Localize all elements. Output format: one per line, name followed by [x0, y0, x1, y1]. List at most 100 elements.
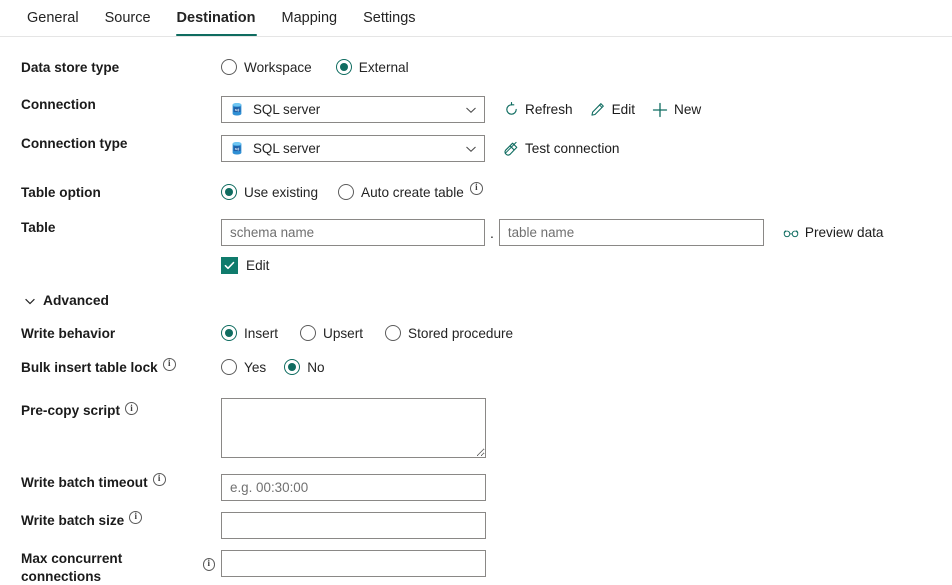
bulk-insert-radio-group: Yes No — [221, 359, 325, 375]
tab-label: Destination — [177, 10, 256, 26]
radio-dot — [221, 359, 237, 375]
label-connection: Connection — [0, 96, 221, 114]
edit-connection-button[interactable]: Edit — [590, 102, 635, 118]
label-write-batch-size: Write batch size i — [0, 512, 221, 530]
row-data-store-type: Data store type Workspace External — [0, 59, 952, 77]
radio-label: Auto create table — [361, 185, 464, 200]
destination-form: Data store type Workspace External C — [0, 37, 952, 585]
row-bulk-insert-table-lock: Bulk insert table lock i Yes No — [0, 359, 952, 377]
plug-icon — [503, 141, 519, 157]
label-max-concurrent-connections: Max concurrent connections i — [0, 550, 221, 585]
bulk-insert-table-lock-control: Yes No — [221, 359, 952, 375]
chevron-down-icon — [465, 143, 477, 155]
table-control: . Preview data — [221, 219, 952, 274]
radio-dot — [338, 184, 354, 200]
label-table: Table — [0, 219, 221, 237]
connection-dropdown[interactable]: sql SQL server — [221, 96, 485, 123]
data-store-type-control: Workspace External — [221, 59, 952, 75]
table-name-input[interactable] — [499, 219, 764, 246]
row-connection: Connection sql SQL server — [0, 96, 952, 123]
radio-use-existing[interactable]: Use existing — [221, 184, 318, 200]
new-connection-button[interactable]: New — [652, 102, 701, 118]
action-label: Test connection — [525, 141, 619, 156]
label-connection-type: Connection type — [0, 135, 221, 153]
max-concurrent-connections-control — [221, 550, 952, 577]
row-write-batch-timeout: Write batch timeout i — [0, 474, 952, 501]
table-separator: . — [490, 225, 494, 241]
info-icon-pre-copy-script[interactable]: i — [125, 402, 138, 415]
row-pre-copy-script: Pre-copy script i — [0, 398, 952, 458]
connection-type-value: SQL server — [253, 141, 465, 156]
row-connection-type: Connection type sql SQL server — [0, 135, 952, 162]
table-option-control: Use existing Auto create table i — [221, 184, 952, 200]
tab-label: Mapping — [282, 10, 338, 26]
radio-upsert[interactable]: Upsert — [300, 325, 363, 341]
sql-server-icon: sql — [230, 141, 244, 156]
edit-checkbox[interactable]: Edit — [221, 257, 269, 274]
svg-text:sql: sql — [235, 108, 240, 112]
label-write-behavior: Write behavior — [0, 325, 221, 343]
test-connection-button[interactable]: Test connection — [503, 141, 619, 157]
connection-value: SQL server — [253, 102, 465, 117]
label-table-option: Table option — [0, 184, 221, 202]
pencil-icon — [590, 102, 606, 118]
radio-external[interactable]: External — [336, 59, 409, 75]
info-icon-auto-create-table[interactable]: i — [470, 182, 483, 195]
table-fields-row: . Preview data — [221, 219, 883, 246]
tab-destination[interactable]: Destination — [164, 0, 269, 36]
info-icon-bulk-insert-table-lock[interactable]: i — [163, 358, 176, 371]
radio-label: Stored procedure — [408, 326, 513, 341]
max-concurrent-connections-input[interactable] — [221, 550, 486, 577]
info-icon-write-batch-timeout[interactable]: i — [153, 473, 166, 486]
row-write-batch-size: Write batch size i — [0, 512, 952, 539]
label-bulk-insert-table-lock: Bulk insert table lock i — [0, 359, 221, 377]
radio-yes[interactable]: Yes — [221, 359, 266, 375]
radio-dot — [221, 325, 237, 341]
info-icon-write-batch-size[interactable]: i — [129, 511, 142, 524]
checkbox-label: Edit — [246, 258, 269, 273]
write-batch-size-input[interactable] — [221, 512, 486, 539]
refresh-icon — [503, 102, 519, 118]
tab-source[interactable]: Source — [92, 0, 164, 36]
write-behavior-control: Insert Upsert Stored procedure — [221, 325, 952, 341]
glasses-icon — [783, 225, 799, 241]
chevron-down-icon — [465, 104, 477, 116]
radio-workspace[interactable]: Workspace — [221, 59, 312, 75]
preview-data-button[interactable]: Preview data — [783, 225, 884, 241]
tab-general[interactable]: General — [14, 0, 92, 36]
sql-server-icon: sql — [230, 102, 244, 117]
action-label: Refresh — [525, 102, 573, 117]
radio-dot — [336, 59, 352, 75]
refresh-button[interactable]: Refresh — [503, 102, 573, 118]
radio-label: Yes — [244, 360, 266, 375]
tab-mapping[interactable]: Mapping — [269, 0, 351, 36]
schema-name-input[interactable] — [221, 219, 485, 246]
radio-auto-create-table[interactable]: Auto create table — [338, 184, 464, 200]
connection-type-dropdown[interactable]: sql SQL server — [221, 135, 485, 162]
radio-label: Use existing — [244, 185, 318, 200]
radio-stored-procedure[interactable]: Stored procedure — [385, 325, 513, 341]
tab-settings[interactable]: Settings — [350, 0, 428, 36]
row-max-concurrent-connections: Max concurrent connections i — [0, 550, 952, 585]
svg-text:sql: sql — [235, 147, 240, 151]
connection-control: sql SQL server — [221, 96, 952, 123]
advanced-label: Advanced — [43, 293, 109, 308]
data-store-type-radio-group: Workspace External — [221, 59, 409, 75]
radio-label: External — [359, 60, 409, 75]
write-batch-timeout-control — [221, 474, 952, 501]
radio-insert[interactable]: Insert — [221, 325, 278, 341]
write-batch-timeout-input[interactable] — [221, 474, 486, 501]
radio-dot — [284, 359, 300, 375]
action-label: Preview data — [805, 225, 884, 240]
radio-no[interactable]: No — [284, 359, 324, 375]
checkbox-box — [221, 257, 238, 274]
write-behavior-radio-group: Insert Upsert Stored procedure — [221, 325, 513, 341]
action-label: Edit — [612, 102, 635, 117]
connection-type-control: sql SQL server — [221, 135, 952, 162]
row-table: Table . — [0, 219, 952, 274]
info-icon-max-concurrent-connections[interactable]: i — [203, 558, 215, 571]
label-write-batch-timeout: Write batch timeout i — [0, 474, 221, 492]
tab-bar: General Source Destination Mapping Setti… — [0, 0, 952, 37]
advanced-section-toggle[interactable]: Advanced — [0, 293, 952, 308]
pre-copy-script-textarea[interactable] — [221, 398, 486, 458]
